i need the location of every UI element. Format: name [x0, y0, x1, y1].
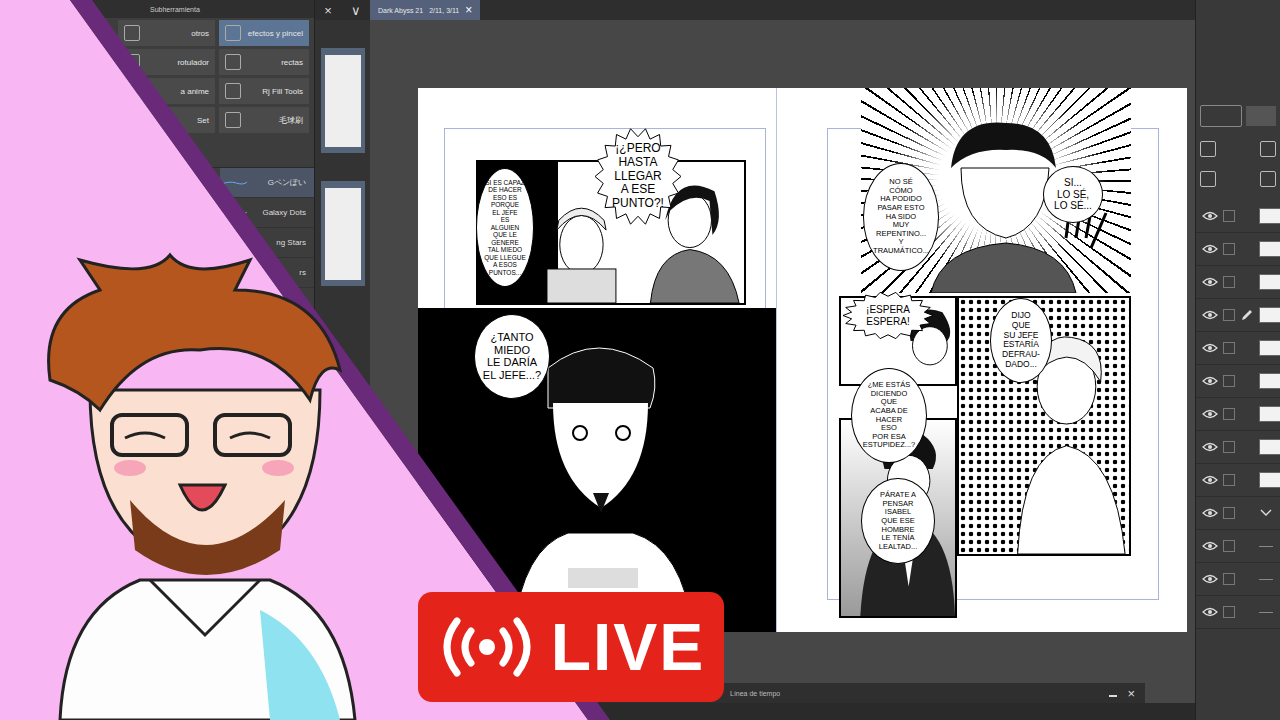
- speech-balloon: ¿TANTOMIEDOLE DARÍAEL JEFE...?: [474, 314, 550, 399]
- layer-row[interactable]: [1196, 497, 1280, 530]
- layer-thumbnail: [1259, 208, 1280, 224]
- eye-icon[interactable]: [1202, 475, 1218, 485]
- manga-page: NO SÉCÓMOHA PODIDOPASAR ESTOHA SIDOMUYRE…: [777, 88, 1187, 632]
- page-manager-bar: ×∨: [315, 0, 370, 20]
- layer-row[interactable]: [1196, 530, 1280, 563]
- layer-thumbnail: [1259, 406, 1280, 422]
- tool-button[interactable]: rectas: [219, 49, 309, 75]
- layer-checkbox[interactable]: [1223, 375, 1235, 387]
- layer-checkbox[interactable]: [1223, 606, 1235, 618]
- layer-line: [1259, 612, 1273, 613]
- layer-row[interactable]: [1196, 365, 1280, 398]
- eye-icon[interactable]: [1202, 244, 1218, 254]
- layer-toolbar: [1196, 0, 1280, 200]
- layer-panel: [1195, 0, 1280, 720]
- tool-icon: [225, 25, 241, 41]
- speech-balloon: PÁRATE APENSARISABELQUE ESEHOMBRELE TENÍ…: [861, 478, 935, 564]
- layer-option-icon[interactable]: [1200, 171, 1216, 187]
- stream-thumbnail: Subherramientaotrosefectos y pincelrotul…: [0, 0, 1280, 720]
- speech-balloon: ¡ESPERAESPERA!: [851, 300, 925, 331]
- layer-row[interactable]: [1196, 398, 1280, 431]
- layer-checkbox[interactable]: [1223, 474, 1235, 486]
- close-tab-button[interactable]: ×: [465, 3, 472, 17]
- speech-balloon: SI...LO SÉ,LO SÉ...: [1043, 166, 1103, 223]
- layer-row[interactable]: [1196, 266, 1280, 299]
- layer-row[interactable]: [1196, 200, 1280, 233]
- eye-icon[interactable]: [1202, 310, 1218, 320]
- layer-row[interactable]: [1196, 332, 1280, 365]
- broadcast-icon: [437, 617, 537, 677]
- layer-thumbnail: [1259, 307, 1280, 323]
- layer-checkbox[interactable]: [1223, 507, 1235, 519]
- layer-checkbox[interactable]: [1223, 342, 1235, 354]
- brush-item[interactable]: Gペンぽい: [220, 168, 314, 198]
- layer-thumbnail: [1259, 439, 1280, 455]
- speech-balloon: SI ES CAPAZDE HACERESO ESPORQUEEL JEFEES…: [476, 168, 534, 287]
- eye-icon[interactable]: [1202, 508, 1218, 518]
- speech-balloon: ¿ME ESTÁSDICIENDOQUEACABA DEHACERESOPOR …: [851, 368, 927, 463]
- tool-button[interactable]: efectos y pincel: [219, 20, 309, 46]
- eye-icon[interactable]: [1202, 442, 1218, 452]
- layer-thumbnail: [1259, 340, 1280, 356]
- layer-checkbox[interactable]: [1223, 573, 1235, 585]
- layer-row[interactable]: [1196, 596, 1280, 629]
- layer-checkbox[interactable]: [1223, 210, 1235, 222]
- eye-icon[interactable]: [1202, 277, 1218, 287]
- layer-checkbox[interactable]: [1223, 408, 1235, 420]
- layer-row[interactable]: [1196, 563, 1280, 596]
- blend-mode-dropdown[interactable]: [1200, 105, 1242, 127]
- eye-icon[interactable]: [1202, 376, 1218, 386]
- eye-icon[interactable]: [1202, 343, 1218, 353]
- layer-checkbox[interactable]: [1223, 540, 1235, 552]
- layer-row[interactable]: [1196, 431, 1280, 464]
- opacity-field[interactable]: [1246, 106, 1276, 126]
- layer-line: [1259, 546, 1273, 547]
- layer-option-icon[interactable]: [1200, 141, 1216, 157]
- layer-thumbnail: [1259, 241, 1280, 257]
- tool-icon: [225, 54, 241, 70]
- layer-row[interactable]: [1196, 299, 1280, 332]
- document-tab[interactable]: Dark Abyss 212/11, 3/11×: [370, 0, 480, 20]
- layer-checkbox[interactable]: [1223, 441, 1235, 453]
- tool-button[interactable]: 毛球刷: [219, 107, 309, 133]
- eye-icon[interactable]: [1202, 409, 1218, 419]
- close-button[interactable]: ×: [1127, 686, 1135, 701]
- document-tabs: Dark Abyss 212/11, 3/11×: [370, 0, 1195, 20]
- streamer-avatar: [20, 250, 370, 720]
- layer-row[interactable]: [1196, 233, 1280, 266]
- eye-icon[interactable]: [1202, 211, 1218, 221]
- tool-button[interactable]: Rj Fill Tools: [219, 78, 309, 104]
- minimize-button[interactable]: [1109, 695, 1117, 697]
- layer-thumbnail: [1259, 373, 1280, 389]
- speech-balloon: NO SÉCÓMOHA PODIDOPASAR ESTOHA SIDOMUYRE…: [863, 163, 939, 271]
- layer-thumbnail: [1259, 472, 1280, 488]
- layer-line: [1259, 579, 1273, 580]
- layer-checkbox[interactable]: [1223, 309, 1235, 321]
- layer-thumbnail: [1259, 274, 1280, 290]
- new-layer-icon[interactable]: [1260, 171, 1276, 187]
- page-spread[interactable]: SI ES CAPAZDE HACERESO ESPORQUEEL JEFEES…: [418, 88, 1187, 632]
- layer-checkbox[interactable]: [1223, 243, 1235, 255]
- close-button[interactable]: ×: [324, 3, 332, 18]
- eye-icon[interactable]: [1202, 574, 1218, 584]
- tool-icon: [225, 83, 241, 99]
- pen-icon: [1240, 308, 1254, 322]
- tool-icon: [225, 112, 241, 128]
- tool-button[interactable]: otros: [118, 20, 215, 46]
- eye-icon[interactable]: [1202, 541, 1218, 551]
- speech-balloon: ¡¿PEROHASTALLEGARA ESEPUNTO?!: [603, 136, 673, 217]
- tool-icon: [124, 25, 140, 41]
- chevron-down-icon[interactable]: [1259, 508, 1273, 518]
- page-thumbnail[interactable]: [321, 48, 365, 153]
- menu-button[interactable]: ∨: [351, 3, 361, 18]
- eye-icon[interactable]: [1202, 607, 1218, 617]
- sub-tool-tab[interactable]: Subherramienta: [150, 6, 200, 13]
- speech-balloon: DIJOQUESU JEFEESTARÍADEFRAU-DADO...: [990, 298, 1052, 383]
- layer-row[interactable]: [1196, 464, 1280, 497]
- page-thumbnail[interactable]: [321, 181, 365, 286]
- layer-option-icon[interactable]: [1260, 141, 1276, 157]
- live-badge: LIVE: [418, 592, 724, 702]
- layer-checkbox[interactable]: [1223, 276, 1235, 288]
